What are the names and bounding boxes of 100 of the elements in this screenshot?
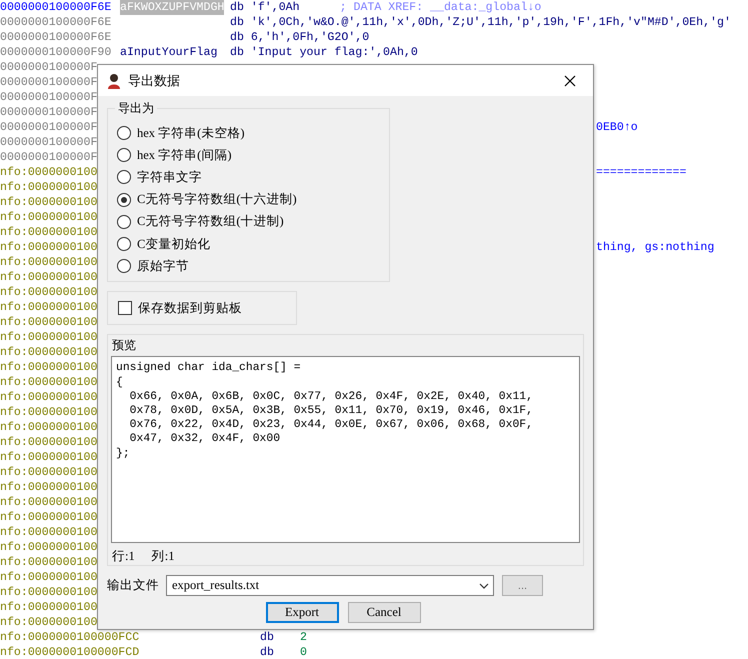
address-text: nfo:0000000100	[0, 390, 98, 405]
code-text: db	[260, 630, 275, 645]
dialog-button[interactable]: Cancel	[348, 602, 420, 624]
address-text: 0000000100000F6E	[0, 0, 112, 15]
code-line: 0x78, 0x0D, 0x5A, 0x3B, 0x55, 0x11, 0x70, 0x19, 0x46, 0x1F,	[128, 404, 533, 418]
address-text: 0000000100000F	[0, 120, 98, 135]
code-text: db	[260, 645, 275, 659]
address-text: nfo:0000000100	[0, 165, 98, 180]
address-text: nfo:0000000100	[0, 315, 98, 330]
address-text: nfo:0000000100	[0, 600, 98, 615]
address-text: nfo:0000000100	[0, 195, 98, 210]
label-text: aFKWOXZUPFVMDGH	[120, 0, 224, 15]
code-line: 0x76, 0x22, 0x4D, 0x23, 0x44, 0x0E, 0x67, 0x06, 0x68, 0x0F,	[128, 418, 533, 432]
dialog-button[interactable]: Export	[266, 602, 338, 624]
radio-option[interactable]: C变量初始化	[117, 232, 389, 256]
code-text: db 'Input your flag:',0Ah,0	[230, 45, 418, 60]
address-text: nfo:0000000100	[0, 375, 98, 390]
address-text: nfo:0000000100	[0, 540, 98, 555]
address-text: nfo:0000000100	[0, 465, 98, 480]
address-text: 0000000100000F90	[0, 45, 112, 60]
comment-text: ; DATA XREF: __data:_global↓o	[340, 0, 542, 15]
address-text: 0000000100000F	[0, 90, 98, 105]
address-text: nfo:0000000100	[0, 585, 98, 600]
address-text: nfo:0000000100	[0, 210, 98, 225]
code-text: 0EB0↑o	[596, 120, 638, 135]
address-text: 0000000100000F	[0, 150, 98, 165]
address-text: nfo:0000000100	[0, 225, 98, 240]
option-label: hex 字符串(未空格)	[137, 124, 244, 142]
address-text: nfo:0000000100	[0, 180, 98, 195]
line-status: 行:1	[112, 548, 135, 566]
code-line: };	[116, 446, 130, 461]
close-icon	[564, 74, 576, 86]
radio-option[interactable]: 字符串文字	[117, 166, 389, 189]
field-label: 输出文件	[107, 577, 160, 594]
address-text: 0000000100000F	[0, 135, 98, 150]
checkbox-label: 保存数据到剪贴板	[138, 300, 242, 317]
address-text: nfo:0000000100	[0, 285, 98, 300]
address-text: nfo:0000000100	[0, 510, 98, 525]
address-text: 0000000100000F6E	[0, 15, 112, 30]
option-label: C无符号字符数组(十六进制)	[137, 191, 297, 208]
address-text: nfo:0000000100	[0, 360, 98, 375]
radio-option[interactable]: 原始字节	[117, 255, 389, 278]
address-text: nfo:0000000100	[0, 330, 98, 345]
operand-text: 2	[300, 630, 307, 645]
address-text: nfo:0000000100	[0, 345, 98, 360]
radio-button[interactable]	[117, 148, 131, 162]
code-line: unsigned char ida_chars[] =	[116, 361, 301, 376]
chevron-icon	[479, 582, 489, 589]
address-text: nfo:0000000100	[0, 270, 98, 285]
browse-button[interactable]: ...	[502, 575, 543, 596]
column-status: 列:1	[152, 548, 174, 566]
option-label: C无符号字符数组(十进制)	[137, 213, 284, 230]
address-text: nfo:0000000100	[0, 555, 98, 570]
address-text: nfo:0000000100	[0, 570, 98, 585]
radio-option[interactable]: C无符号字符数组(十进制)	[117, 210, 389, 233]
dialog-title: 导出数据	[128, 72, 181, 90]
address-text: nfo:0000000100	[0, 480, 98, 495]
code-text: db 'k',0Ch,'w&O.@',11h,'x',0Dh,'Z;U',11h,'p',19h,'F',1Fh,'v"M#D',0Eh,'g'	[230, 15, 731, 30]
address-text: nfo:0000000100000FCC	[0, 630, 140, 645]
address-text: nfo:0000000100	[0, 495, 98, 510]
option-label: C变量初始化	[137, 236, 210, 253]
radio-button[interactable]	[117, 126, 131, 140]
checkbox[interactable]	[118, 301, 132, 316]
code-text: thing, gs:nothing	[596, 240, 714, 255]
address-text: nfo:0000000100	[0, 450, 98, 465]
address-text: nfo:0000000100	[0, 435, 98, 450]
clipboard-option[interactable]: 保存数据到剪贴板	[108, 292, 296, 324]
address-text: 0000000100000F	[0, 75, 98, 90]
code-line: 0x66, 0x0A, 0x6B, 0x0C, 0x77, 0x26, 0x4F, 0x2E, 0x40, 0x11,	[128, 390, 533, 404]
address-text: nfo:0000000100000FCD	[0, 645, 140, 659]
group-label: 预览	[112, 337, 136, 354]
code-line: 0x47, 0x32, 0x4F, 0x00	[128, 432, 280, 447]
radio-button[interactable]	[117, 214, 131, 229]
code-line: {	[116, 376, 123, 390]
code-text: =============	[596, 165, 686, 180]
address-text: nfo:0000000100	[0, 300, 98, 315]
address-text: nfo:0000000100	[0, 615, 98, 630]
group-label: 导出为	[115, 100, 157, 116]
address-text: 0000000100000F	[0, 105, 98, 120]
radio-button[interactable]	[117, 259, 131, 274]
address-text: nfo:0000000100	[0, 240, 98, 255]
address-text: nfo:0000000100	[0, 525, 98, 540]
radio-option[interactable]: hex 字符串(间隔)	[117, 144, 389, 166]
address-text: nfo:0000000100	[0, 255, 98, 270]
operand-text: 0	[300, 645, 307, 659]
radio-option[interactable]: C无符号字符数组(十六进制)	[117, 188, 389, 211]
option-label: hex 字符串(间隔)	[137, 146, 232, 164]
address-text: nfo:0000000100	[0, 405, 98, 420]
output-file-field[interactable]: export_results.txt	[166, 575, 494, 596]
code-text: db 6,'h',0Fh,'G2O',0	[230, 30, 370, 45]
code-text: db 'f',0Ah	[230, 0, 300, 15]
radio-button[interactable]	[117, 237, 131, 252]
option-label: 字符串文字	[137, 168, 202, 186]
radio-option[interactable]: hex 字符串(未空格)	[117, 122, 389, 144]
option-label: 原始字节	[137, 258, 189, 275]
radio-button[interactable]	[117, 192, 131, 207]
address-text: 0000000100000F6E	[0, 30, 112, 45]
address-text: nfo:0000000100	[0, 420, 98, 435]
radio-button[interactable]	[117, 170, 131, 184]
preview-text-area[interactable]	[111, 356, 580, 544]
